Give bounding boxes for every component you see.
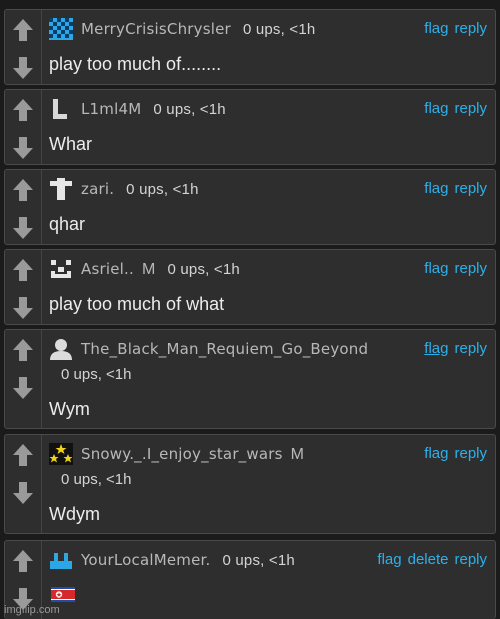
comment-actions: flag reply [418,20,487,37]
vote-column [5,170,42,244]
comment-meta: 0 ups, <1h [61,471,132,488]
delete-link[interactable]: delete [408,551,449,568]
reply-link[interactable]: reply [454,180,487,197]
comment-actions: flag reply [418,260,487,277]
upvote-button[interactable] [5,172,41,208]
vote-column [5,10,42,84]
reply-link[interactable]: reply [454,260,487,277]
cross-icon[interactable] [49,178,73,200]
upvote-button[interactable] [5,12,41,48]
reply-link[interactable]: reply [454,551,487,568]
vote-column [5,250,42,324]
flag-link[interactable]: flag [424,445,448,462]
upvote-button[interactable] [5,252,41,288]
username-link[interactable]: Snowy._.I_enjoy_star_wars M [81,445,304,464]
upvote-button[interactable] [5,543,41,579]
comment: The_Black_Man_Requiem_Go_Beyond 0 ups, <… [4,329,496,429]
username-link[interactable]: The_Black_Man_Requiem_Go_Beyond [81,340,368,358]
comment-text: Wym [49,399,90,419]
comment: MerryCrisisChrysler 0 ups, <1h flag reply … [4,9,496,85]
vote-column [5,330,42,428]
pixel-face-icon[interactable] [49,258,73,280]
comment-actions: flag reply [418,100,487,117]
downvote-button[interactable] [5,50,41,86]
comment: Asriel.. M 0 ups, <1h flag reply play too m… [4,249,496,325]
comment-meta: 0 ups, <1h [61,366,132,383]
upvote-button[interactable] [5,332,41,368]
letter-l-icon[interactable] [49,98,73,120]
comment-meta: 0 ups, <1h [242,21,316,38]
flag-link[interactable]: flag [424,180,448,197]
stars-icon[interactable] [49,443,73,465]
comment-text: qhar [49,214,86,234]
flag-link[interactable]: flag [424,260,448,277]
flag-link[interactable]: flag [424,340,448,357]
mod-badge: M [290,446,305,463]
mod-badge: M [141,261,156,278]
username-link[interactable]: YourLocalMemer. 0 ups, <1h [81,551,295,569]
reply-link[interactable]: reply [454,100,487,117]
downvote-button[interactable] [5,130,41,166]
comment-meta: 0 ups, <1h [167,261,240,278]
comment-text: Whar [49,134,93,154]
flag-link[interactable]: flag [424,20,448,37]
downvote-button[interactable] [5,370,41,406]
upvote-button[interactable] [5,92,41,128]
downvote-button[interactable] [5,290,41,326]
reply-link[interactable]: reply [454,20,487,37]
watermark: imgflip.com [4,604,60,616]
comment-text: play too much of what [49,294,225,314]
checker-icon[interactable] [49,18,73,40]
flag-link[interactable]: flag [424,100,448,117]
vote-column [5,435,42,533]
upvote-button[interactable] [5,437,41,473]
comment: L1ml4M 0 ups, <1h flag reply Whar [4,89,496,165]
comment: Snowy._.I_enjoy_star_wars M 0 ups, <1h fl… [4,434,496,534]
comment-meta: 0 ups, <1h [153,101,226,118]
comment-text: Wdym [49,504,100,524]
downvote-button[interactable] [5,210,41,246]
default-user-icon[interactable] [49,338,73,360]
comment-actions: flag reply [418,340,487,357]
comment-meta: 0 ups, <1h [222,552,295,569]
comment-actions: flag delete reply [371,551,487,568]
username-link[interactable]: L1ml4M 0 ups, <1h [81,100,226,118]
flag-link[interactable]: flag [377,551,401,568]
downvote-button[interactable] [5,475,41,511]
reply-link[interactable]: reply [454,445,487,462]
comment-actions: flag reply [418,180,487,197]
comment: zari. 0 ups, <1h flag reply qhar [4,169,496,245]
north-korea-flag-icon [51,587,75,602]
comment-actions: flag reply [418,445,487,462]
comment-meta: 0 ups, <1h [126,181,199,198]
reply-link[interactable]: reply [454,340,487,357]
blue-bars-icon[interactable] [49,549,73,571]
comment-text: play too much of........ [49,54,222,74]
vote-column [5,90,42,164]
username-link[interactable]: MerryCrisisChrysler 0 ups, <1h [81,20,315,38]
username-link[interactable]: zari. 0 ups, <1h [81,180,199,198]
username-link[interactable]: Asriel.. M 0 ups, <1h [81,260,240,279]
comment: YourLocalMemer. 0 ups, <1h flag delete repl… [4,540,496,619]
